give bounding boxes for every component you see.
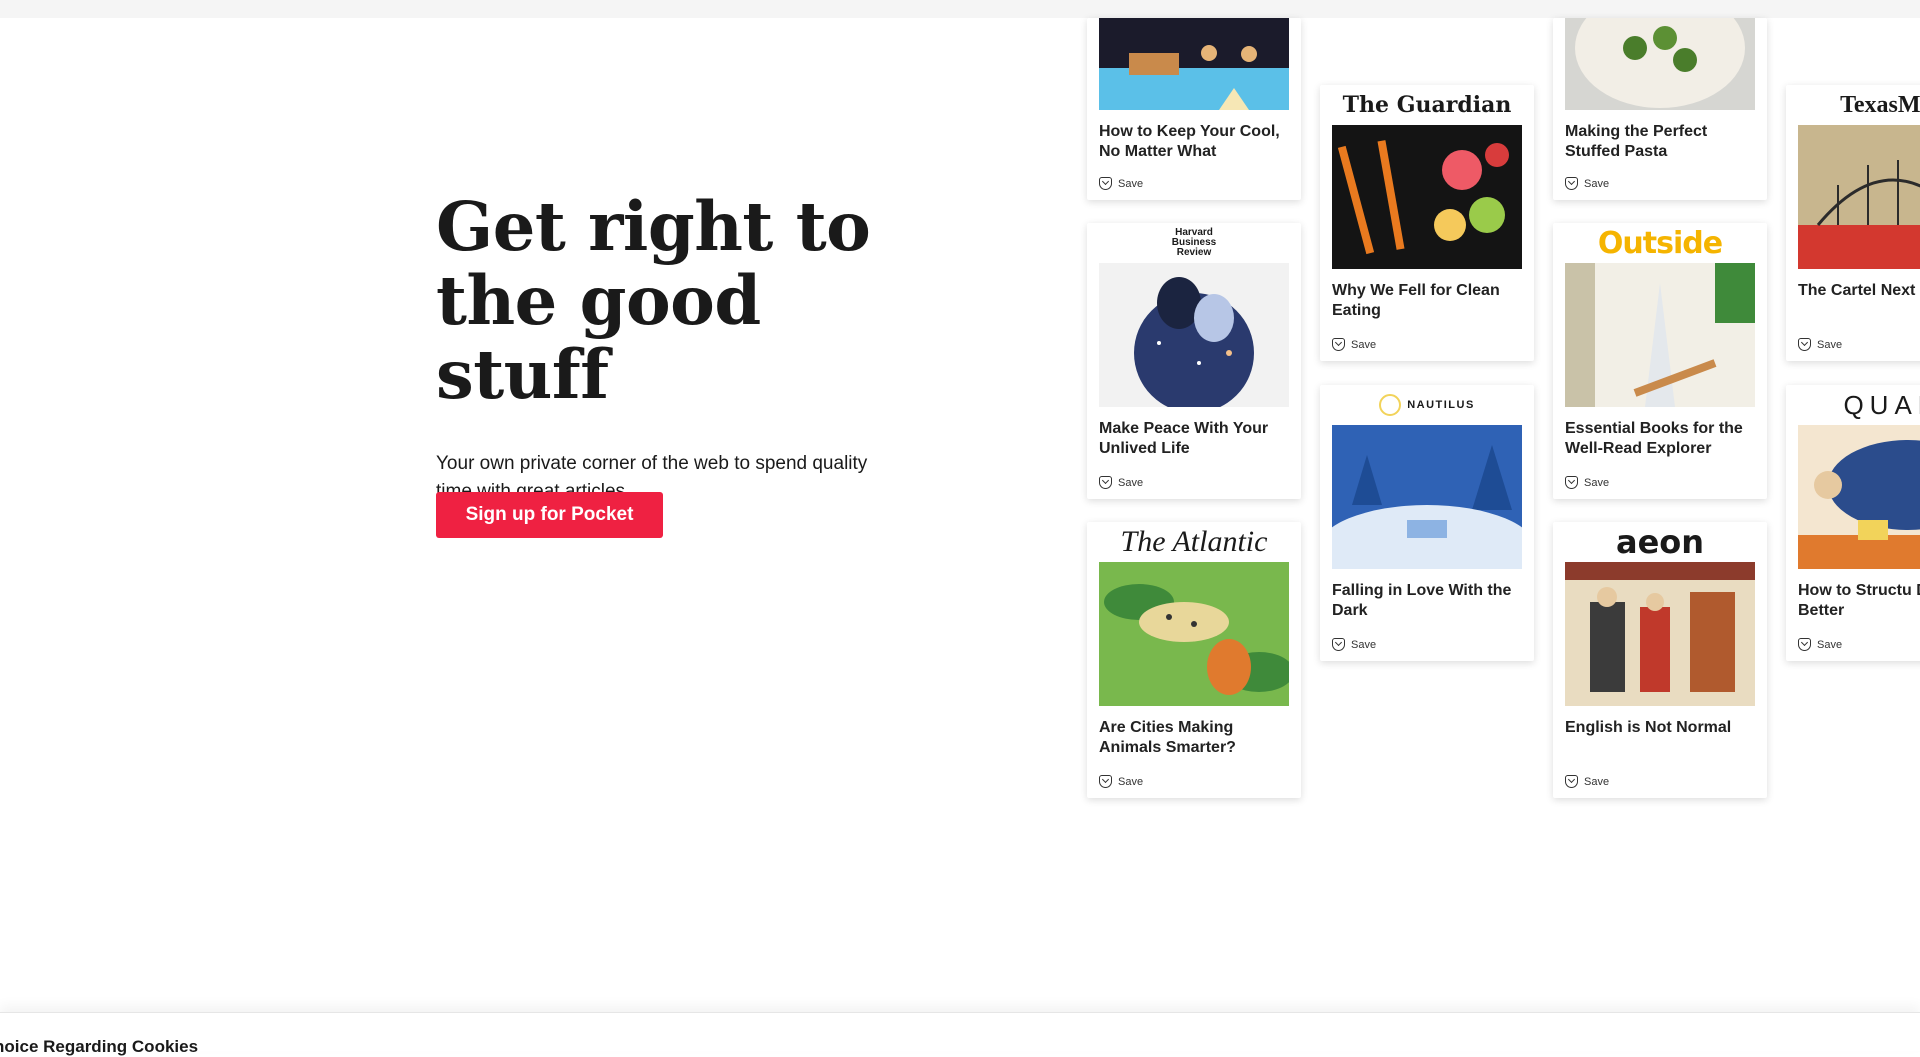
pocket-save-icon (1099, 476, 1112, 489)
nautilus-logo-icon (1379, 394, 1402, 416)
publisher-logo: QUAR (1843, 389, 1920, 420)
article-title[interactable]: Essential Books for the Well-Read Explor… (1565, 419, 1755, 459)
article-title[interactable]: Are Cities Making Animals Smarter? (1099, 718, 1289, 758)
save-button[interactable]: Save (1099, 177, 1143, 190)
cookie-banner-heading: hoice Regarding Cookies (0, 1037, 199, 1056)
article-card-unlived-life[interactable]: Harvard Business Review Make Peace With … (1087, 223, 1301, 499)
hero-heading-line1: Get right to (436, 187, 871, 266)
save-button[interactable]: Save (1332, 638, 1376, 651)
article-image (1565, 263, 1755, 407)
article-card-keep-cool[interactable]: How to Keep Your Cool, No Matter What Sa… (1087, 18, 1301, 200)
article-title[interactable]: Making the Perfect Stuffed Pasta (1565, 122, 1755, 162)
article-card-cartel[interactable]: TexasMon The Cartel Next Save (1786, 85, 1920, 361)
publisher-logo: NAUTILUS (1320, 385, 1534, 425)
article-image (1565, 562, 1755, 706)
save-button[interactable]: Save (1565, 476, 1609, 489)
article-image (1099, 562, 1289, 706)
save-button[interactable]: Save (1798, 638, 1842, 651)
pocket-save-icon (1798, 338, 1811, 351)
article-title[interactable]: How to Structu Day Better (1798, 581, 1920, 621)
article-card-english-not-normal[interactable]: aeon English is Not Normal Save (1553, 522, 1767, 798)
article-image (1332, 425, 1522, 569)
article-image (1332, 125, 1522, 269)
article-card-clean-eating[interactable]: The Guardian Why We Fell for Clean Eatin… (1320, 85, 1534, 361)
pocket-save-icon (1099, 177, 1112, 190)
pocket-save-icon (1332, 338, 1345, 351)
article-card-essential-books[interactable]: Outside Essential Books for the Well-Rea… (1553, 223, 1767, 499)
publisher-logo: Outside (1597, 225, 1723, 261)
article-title[interactable]: Falling in Love With the Dark (1332, 581, 1522, 621)
publisher-logo: Harvard Business Review (1171, 227, 1217, 258)
article-card-stuffed-pasta[interactable]: Making the Perfect Stuffed Pasta Save (1553, 18, 1767, 200)
article-image (1099, 18, 1289, 110)
publisher-logo: The Guardian (1342, 92, 1512, 118)
save-button[interactable]: Save (1332, 338, 1376, 351)
article-title[interactable]: Why We Fell for Clean Eating (1332, 281, 1522, 321)
pocket-save-icon (1565, 476, 1578, 489)
top-strip (0, 0, 1920, 18)
article-image (1565, 18, 1755, 110)
article-card-cities-animals[interactable]: The Atlantic Are Cities Making Animals S… (1087, 522, 1301, 798)
save-button[interactable]: Save (1798, 338, 1842, 351)
article-title[interactable]: Make Peace With Your Unlived Life (1099, 419, 1289, 459)
save-button[interactable]: Save (1099, 775, 1143, 788)
cookie-banner: hoice Regarding Cookies (0, 1012, 1920, 1056)
article-card-structure-day[interactable]: QUAR How to Structu Day Better Save (1786, 385, 1920, 661)
article-image (1798, 425, 1920, 569)
publisher-logo: The Atlantic (1120, 525, 1268, 558)
article-image (1798, 125, 1920, 269)
article-title[interactable]: The Cartel Next (1798, 281, 1920, 321)
hero-heading-line2: the good stuff (436, 261, 761, 414)
pocket-save-icon (1099, 775, 1112, 788)
pocket-save-icon (1565, 177, 1578, 190)
pocket-save-icon (1332, 638, 1345, 651)
article-title[interactable]: How to Keep Your Cool, No Matter What (1099, 122, 1289, 162)
sign-up-button[interactable]: Sign up for Pocket (436, 492, 663, 538)
publisher-logo: TexasMon (1840, 91, 1920, 118)
hero-heading: Get right to the good stuff (436, 190, 956, 412)
save-button[interactable]: Save (1099, 476, 1143, 489)
hero-section: Get right to the good stuff Your own pri… (436, 190, 956, 506)
pocket-save-icon (1565, 775, 1578, 788)
article-image (1099, 263, 1289, 407)
publisher-logo: aeon (1615, 523, 1705, 561)
pocket-save-icon (1798, 638, 1811, 651)
save-button[interactable]: Save (1565, 775, 1609, 788)
article-title[interactable]: English is Not Normal (1565, 718, 1755, 758)
article-card-love-dark[interactable]: NAUTILUS Falling in Love With the Dark S… (1320, 385, 1534, 661)
save-button[interactable]: Save (1565, 177, 1609, 190)
